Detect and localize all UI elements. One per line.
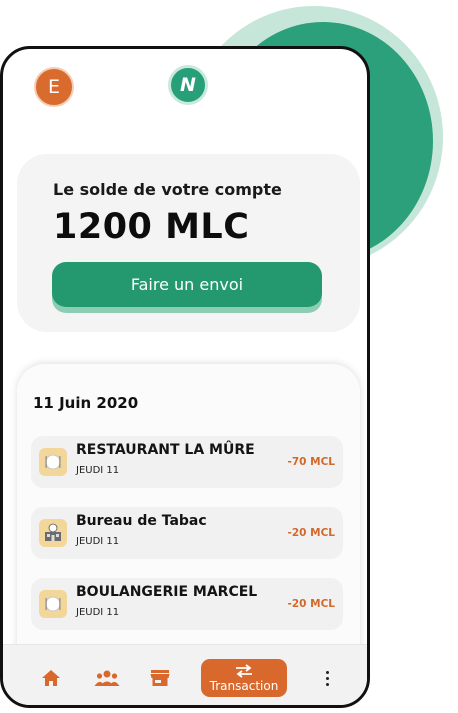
store-24h-icon — [39, 519, 67, 547]
phone-frame: E N Le solde de votre compte 1200 MLC Fa… — [0, 46, 370, 708]
balance-amount: 1200 MLC — [53, 207, 250, 247]
transaction-day: JEUDI 11 — [76, 607, 120, 618]
transactions-date: 11 Juin 2020 — [33, 394, 139, 412]
transaction-icon — [236, 664, 252, 678]
avatar-initial: E — [47, 76, 60, 98]
transaction-row[interactable]: RESTAURANT LA MÛRE JEUDI 11 -70 MCL — [31, 436, 343, 488]
transaction-name: BOULANGERIE MARCEL — [76, 584, 258, 600]
transaction-name: RESTAURANT LA MÛRE — [76, 442, 255, 458]
transaction-row[interactable]: BOULANGERIE MARCEL JEUDI 11 -20 MCL — [31, 578, 343, 630]
restaurant-icon — [39, 448, 67, 476]
nav-transaction-button[interactable]: Transaction — [201, 659, 287, 697]
send-money-button[interactable]: Faire un envoi — [52, 262, 322, 307]
transaction-day: JEUDI 11 — [76, 536, 120, 547]
people-icon[interactable] — [94, 668, 120, 692]
transaction-day: JEUDI 11 — [76, 465, 120, 476]
restaurant-icon — [39, 590, 67, 618]
nav-transaction-label: Transaction — [209, 679, 279, 693]
transaction-amount: -70 MCL — [287, 456, 335, 468]
balance-caption: Le solde de votre compte — [53, 180, 282, 199]
transaction-name: Bureau de Tabac — [76, 513, 207, 529]
user-avatar[interactable]: E — [34, 67, 74, 107]
transaction-amount: -20 MCL — [287, 598, 335, 610]
balance-card: Le solde de votre compte 1200 MLC Faire … — [17, 154, 360, 332]
store-icon[interactable] — [150, 668, 170, 692]
transaction-amount: -20 MCL — [287, 527, 335, 539]
bottom-nav: Transaction — [3, 644, 367, 705]
transaction-row[interactable]: Bureau de Tabac JEUDI 11 -20 MCL — [31, 507, 343, 559]
screen: E N Le solde de votre compte 1200 MLC Fa… — [0, 0, 458, 713]
home-icon[interactable] — [41, 668, 61, 692]
more-vertical-icon[interactable] — [325, 671, 329, 687]
logo-letter: N — [180, 74, 196, 96]
app-logo: N — [168, 65, 208, 105]
